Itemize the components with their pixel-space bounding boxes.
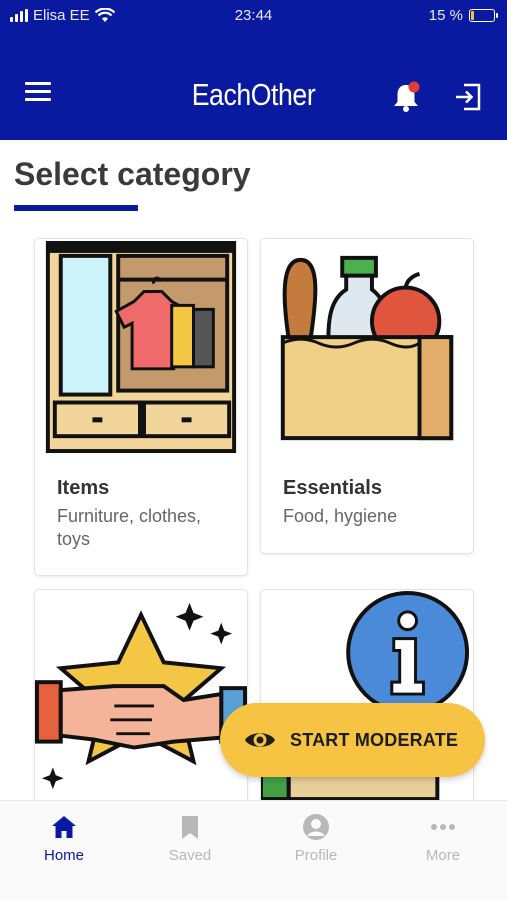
notification-bell-icon[interactable] — [390, 80, 422, 114]
status-bar: Elisa EE 23:44 15 % — [0, 0, 507, 34]
wardrobe-illustration — [45, 241, 237, 454]
nav-more[interactable]: More — [393, 813, 493, 864]
logout-icon[interactable] — [453, 82, 483, 112]
nav-label: Saved — [168, 847, 212, 864]
eye-icon — [245, 733, 275, 747]
category-card-essentials[interactable]: Essentials Food, hygiene — [260, 238, 474, 554]
app-bar: EachOther — [0, 34, 507, 140]
battery-icon — [469, 9, 498, 22]
category-card-community[interactable] — [34, 589, 248, 819]
battery-percent: 15 % — [428, 7, 463, 24]
category-subtitle: Food, hygiene — [283, 506, 398, 526]
bottom-nav: Home Saved Profile More — [0, 800, 507, 900]
fab-label: START MODERATE — [290, 729, 459, 750]
grocery-bag-illustration — [280, 255, 454, 441]
more-icon — [431, 824, 455, 830]
nav-profile[interactable]: Profile — [266, 813, 366, 864]
title-underline — [14, 205, 138, 211]
category-card-items[interactable]: Items Furniture, clothes, toys — [34, 238, 248, 576]
bookmark-icon — [182, 816, 198, 839]
category-subtitle: Furniture, clothes, toys — [57, 506, 202, 549]
status-right: 15 % — [428, 7, 498, 24]
nav-home[interactable]: Home — [14, 813, 114, 864]
info-illustration — [261, 591, 470, 802]
profile-icon — [303, 814, 329, 840]
nav-saved[interactable]: Saved — [140, 813, 240, 864]
nav-label: More — [425, 847, 461, 864]
nav-label: Home — [43, 847, 84, 864]
nav-label: Profile — [294, 847, 338, 864]
home-icon — [52, 816, 76, 838]
start-moderate-button[interactable]: START MODERATE — [220, 703, 485, 777]
category-title: Essentials — [283, 477, 382, 499]
handshake-star-illustration — [35, 602, 247, 790]
category-title: Items — [57, 477, 110, 499]
page-title: Select category — [14, 156, 251, 192]
